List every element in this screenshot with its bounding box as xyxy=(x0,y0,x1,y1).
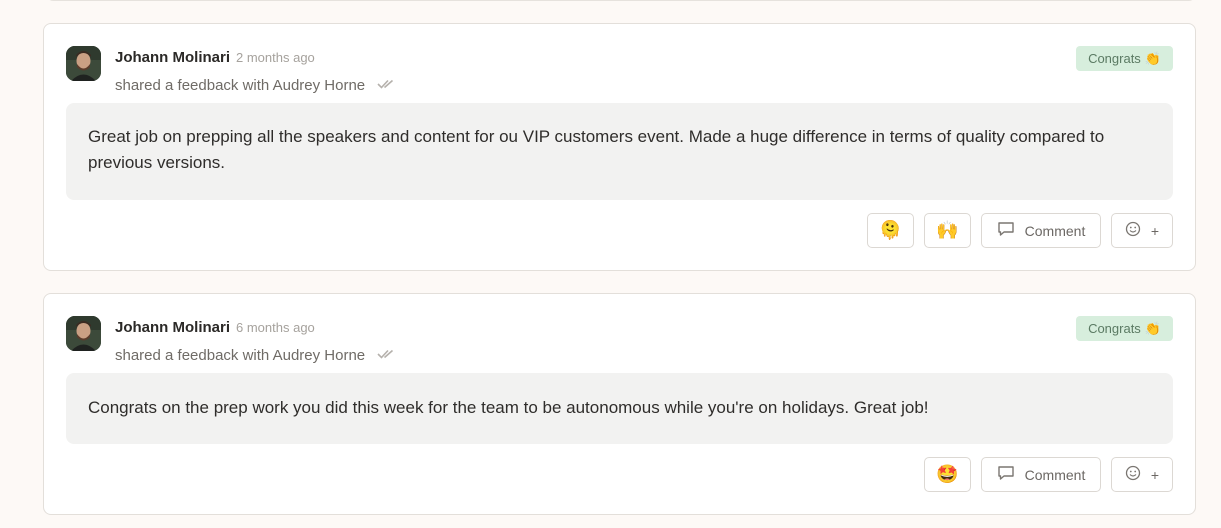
add-reaction-button[interactable]: + xyxy=(1111,457,1173,492)
shared-text: shared a feedback with Audrey Horne xyxy=(115,77,366,94)
double-check-icon xyxy=(377,346,395,363)
avatar[interactable] xyxy=(66,46,101,81)
shared-line: shared a feedback with Audrey Horne xyxy=(115,76,395,94)
badge-label: Congrats xyxy=(1088,51,1141,66)
plus-label: + xyxy=(1150,222,1160,239)
author-line: Johann Molinari 2 months ago xyxy=(115,49,315,66)
feedback-card: Johann Molinari 6 months ago shared a fee… xyxy=(43,293,1196,515)
feedback-message: Great job on prepping all the speakers a… xyxy=(66,103,1173,200)
clapping-hands-icon: 👏 xyxy=(1144,320,1161,336)
feedback-message: Congrats on the prep work you did this w… xyxy=(66,373,1173,444)
shared-line: shared a feedback with Audrey Horne xyxy=(115,346,395,364)
timestamp: 6 months ago xyxy=(236,320,315,335)
previous-card-edge xyxy=(47,0,1195,1)
timestamp: 2 months ago xyxy=(236,50,315,65)
melting-face-icon: 🫠 xyxy=(879,220,902,240)
comment-label: Comment xyxy=(1024,466,1086,483)
comment-icon xyxy=(997,465,1015,484)
reaction-button[interactable]: 🫠 xyxy=(867,213,914,248)
avatar[interactable] xyxy=(66,316,101,351)
smiley-icon xyxy=(1125,465,1141,484)
congrats-badge: Congrats 👏 xyxy=(1076,316,1173,341)
clapping-hands-icon: 👏 xyxy=(1144,50,1161,66)
author-line: Johann Molinari 6 months ago xyxy=(115,319,315,336)
comment-label: Comment xyxy=(1024,222,1086,239)
shared-text: shared a feedback with Audrey Horne xyxy=(115,347,366,364)
author-name[interactable]: Johann Molinari xyxy=(115,319,230,336)
double-check-icon xyxy=(377,76,395,93)
author-name[interactable]: Johann Molinari xyxy=(115,49,230,66)
comment-button[interactable]: Comment xyxy=(981,457,1101,492)
raising-hands-icon: 🙌 xyxy=(936,220,959,240)
comment-icon xyxy=(997,221,1015,240)
feedback-card: Johann Molinari 2 months ago shared a fee… xyxy=(43,23,1196,271)
reaction-button[interactable]: 🙌 xyxy=(924,213,971,248)
action-bar: 🤩 Comment + xyxy=(924,457,1173,492)
star-struck-icon: 🤩 xyxy=(936,464,959,484)
reaction-button[interactable]: 🤩 xyxy=(924,457,971,492)
action-bar: 🫠 🙌 Comment + xyxy=(867,213,1173,248)
badge-label: Congrats xyxy=(1088,321,1141,336)
comment-button[interactable]: Comment xyxy=(981,213,1101,248)
add-reaction-button[interactable]: + xyxy=(1111,213,1173,248)
congrats-badge: Congrats 👏 xyxy=(1076,46,1173,71)
smiley-icon xyxy=(1125,221,1141,240)
plus-label: + xyxy=(1150,466,1160,483)
